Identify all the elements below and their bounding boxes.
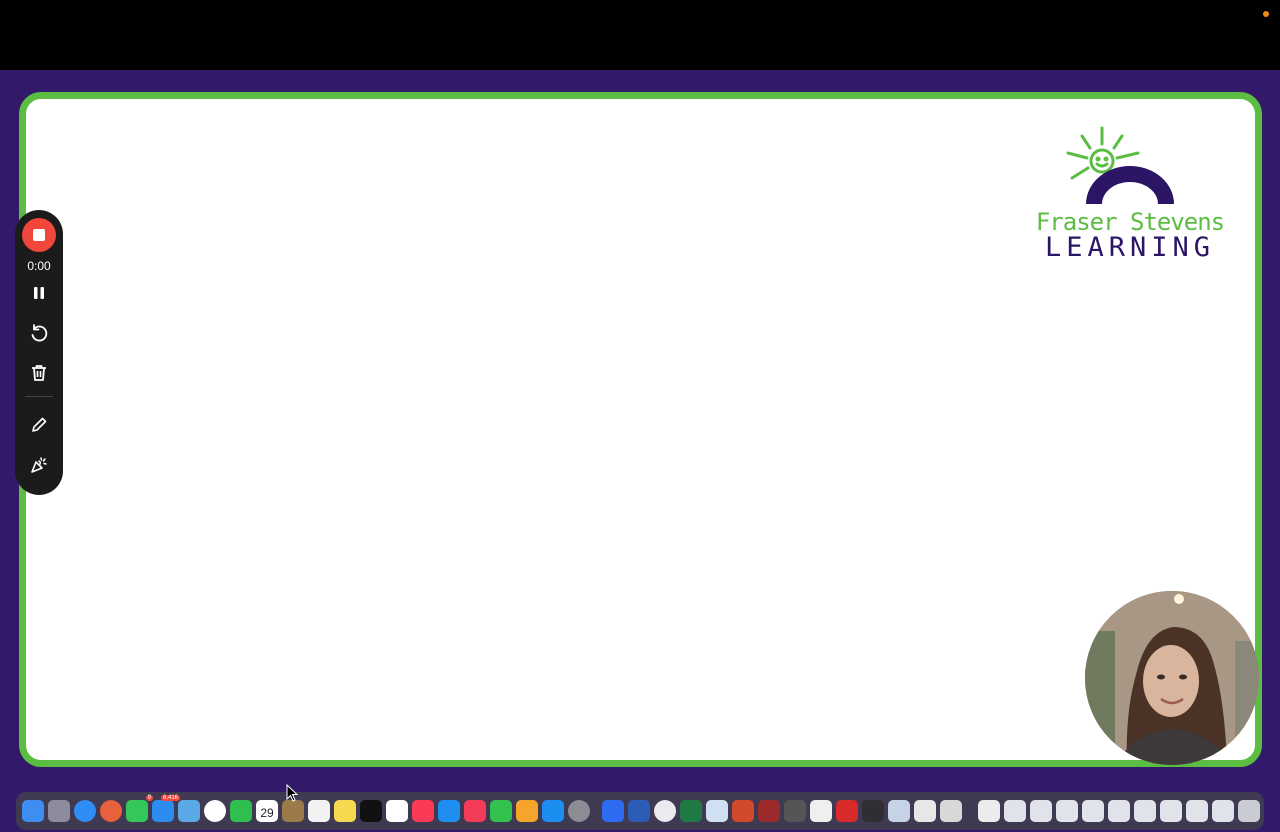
- zoom-icon[interactable]: [602, 800, 624, 822]
- system-settings-icon[interactable]: [568, 800, 590, 822]
- app-store-icon[interactable]: [542, 800, 564, 822]
- recording-toolbar: 0:00: [15, 210, 63, 495]
- music-icon[interactable]: [412, 800, 434, 822]
- safari-icon[interactable]: [74, 800, 96, 822]
- screenshot-icon[interactable]: [888, 800, 910, 822]
- fraser-stevens-logo: Fraser Stevens LEARNING: [1030, 118, 1230, 268]
- news-icon[interactable]: [464, 800, 486, 822]
- chrome-icon[interactable]: [654, 800, 676, 822]
- keynote-icon[interactable]: [438, 800, 460, 822]
- confetti-icon: [31, 457, 47, 473]
- disk-icon[interactable]: [914, 800, 936, 822]
- mouse-cursor-icon: [286, 784, 298, 802]
- freeform-icon[interactable]: [386, 800, 408, 822]
- stop-recording-button[interactable]: [22, 218, 56, 252]
- window-thumbnail-8[interactable]: [1186, 800, 1208, 822]
- trash-icon: [32, 365, 46, 381]
- finder-icon[interactable]: [22, 800, 44, 822]
- pause-button[interactable]: [27, 281, 51, 305]
- dictionary-icon[interactable]: [758, 800, 780, 822]
- window-thumbnail-7[interactable]: [1160, 800, 1182, 822]
- mail-icon[interactable]: 6,416: [152, 795, 180, 822]
- calculator-icon[interactable]: [784, 800, 806, 822]
- contacts-icon[interactable]: [282, 800, 304, 822]
- pencil-icon: [32, 417, 47, 432]
- preview-icon[interactable]: [706, 800, 728, 822]
- calendar-day: 29: [260, 806, 274, 820]
- scanner-icon[interactable]: [940, 800, 962, 822]
- textedit-icon[interactable]: [810, 800, 832, 822]
- pages-icon[interactable]: [516, 800, 538, 822]
- dock: 9 6,416 29: [16, 792, 1264, 830]
- recording-indicator-dot: [1263, 11, 1269, 17]
- window-thumbnail-9[interactable]: [1212, 800, 1234, 822]
- toolbar-divider: [25, 396, 53, 397]
- window-thumbnail-5[interactable]: [1108, 800, 1130, 822]
- draw-button[interactable]: [27, 413, 51, 437]
- window-thumbnail-6[interactable]: [1134, 800, 1156, 822]
- word-icon[interactable]: [628, 800, 650, 822]
- logo-subtitle: LEARNING: [1044, 232, 1216, 263]
- calendar-icon[interactable]: 29: [256, 800, 278, 822]
- sun-rainbow-icon: [1066, 126, 1174, 204]
- webcam-bubble[interactable]: [1085, 591, 1259, 765]
- messages-badge: 9: [145, 795, 153, 801]
- printer-icon[interactable]: [862, 800, 884, 822]
- powerpoint-icon[interactable]: [732, 800, 754, 822]
- document-icon[interactable]: [978, 800, 1000, 822]
- notes-icon[interactable]: [334, 800, 356, 822]
- acrobat-icon[interactable]: [836, 800, 858, 822]
- apple-tv-icon[interactable]: [360, 800, 382, 822]
- trash-can-icon[interactable]: [1238, 800, 1260, 822]
- numbers-icon[interactable]: [490, 800, 512, 822]
- effects-button[interactable]: [27, 453, 51, 477]
- mail-badge: 6,416: [160, 795, 180, 801]
- recording-timer: 0:00: [27, 259, 51, 273]
- pause-icon: [34, 287, 44, 299]
- photos-icon[interactable]: [204, 800, 226, 822]
- firefox-icon[interactable]: [100, 800, 122, 822]
- delete-button[interactable]: [27, 361, 51, 385]
- restart-button[interactable]: [27, 321, 51, 345]
- maps-icon[interactable]: [178, 800, 200, 822]
- presenter-video: [1085, 591, 1259, 765]
- stop-icon: [33, 229, 45, 241]
- window-thumbnail-3[interactable]: [1056, 800, 1078, 822]
- window-thumbnail-1[interactable]: [1004, 800, 1026, 822]
- reminders-icon[interactable]: [308, 800, 330, 822]
- window-thumbnail-2[interactable]: [1030, 800, 1052, 822]
- facetime-icon[interactable]: [230, 800, 252, 822]
- window-thumbnail-4[interactable]: [1082, 800, 1104, 822]
- messages-icon[interactable]: 9: [126, 795, 153, 822]
- excel-icon[interactable]: [680, 800, 702, 822]
- restart-icon: [31, 324, 48, 342]
- menu-bar: [0, 0, 1280, 70]
- launchpad-icon[interactable]: [48, 800, 70, 822]
